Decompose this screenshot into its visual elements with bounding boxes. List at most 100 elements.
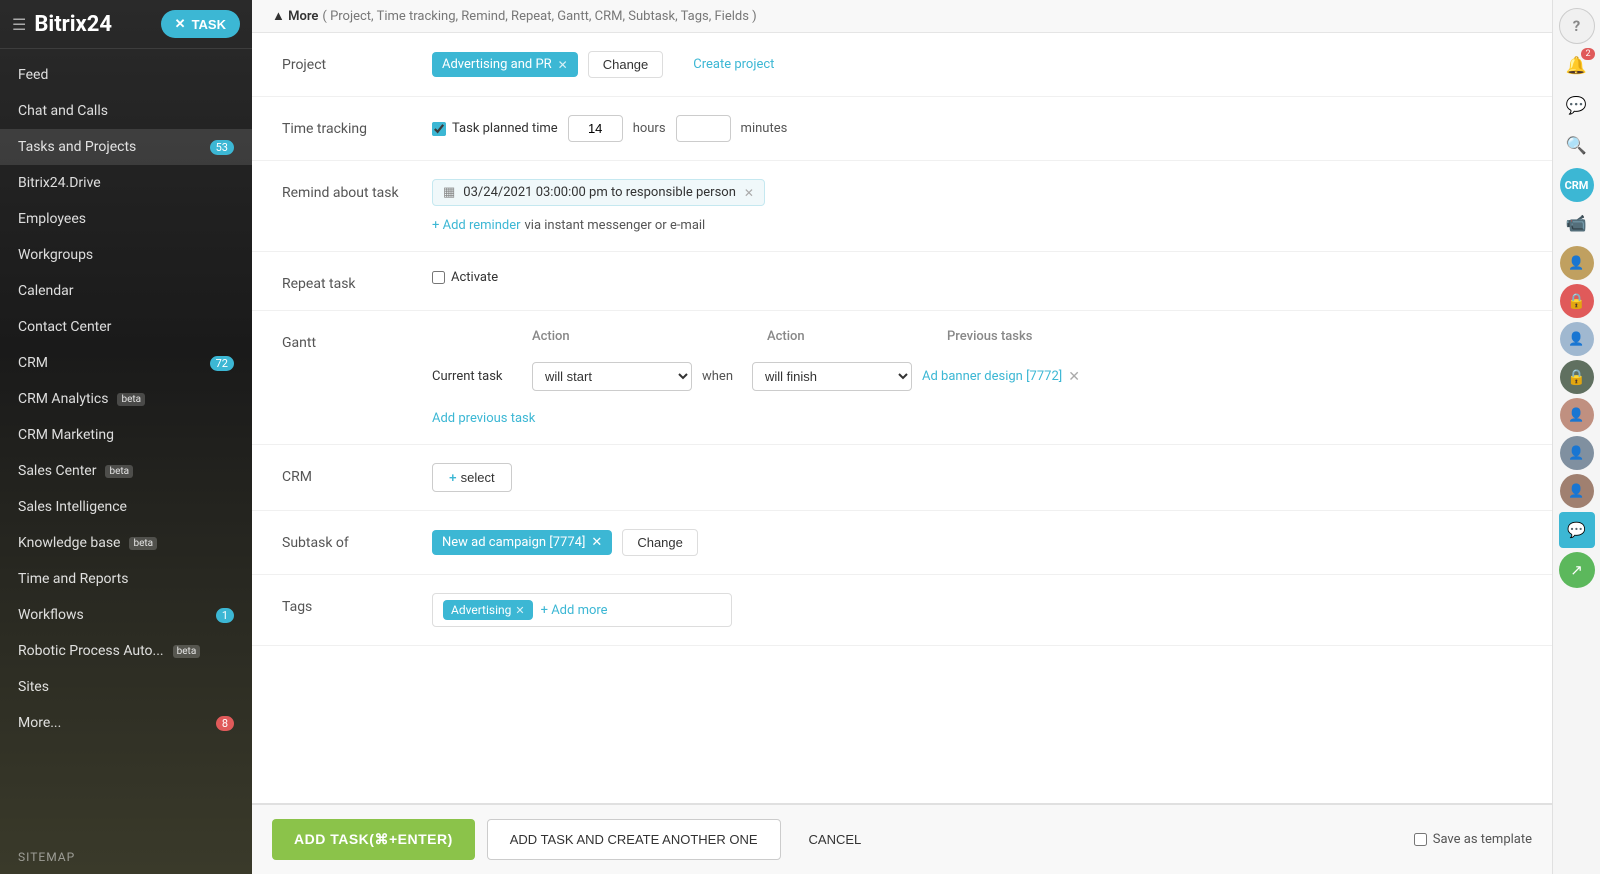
more-chevron[interactable]: ▲ More xyxy=(272,8,318,24)
user-avatar-4[interactable]: 👤 xyxy=(1560,436,1594,470)
sidebar-item-tasks-projects[interactable]: Tasks and Projects 53 xyxy=(0,129,252,165)
gantt-col-action1: Action xyxy=(532,329,707,344)
sidebar-item-workgroups[interactable]: Workgroups xyxy=(0,237,252,273)
subtask-chip-remove[interactable]: ✕ xyxy=(591,535,602,550)
remind-label: Remind about task xyxy=(282,179,412,201)
project-chip-text: Advertising and PR xyxy=(442,57,552,72)
user-avatar-2[interactable]: 👤 xyxy=(1560,322,1594,356)
sidebar-item-crm[interactable]: CRM 72 xyxy=(0,345,252,381)
subtask-content: New ad campaign [7774] ✕ Change xyxy=(432,529,1522,556)
tags-box: Advertising ✕ + Add more xyxy=(432,593,732,627)
remind-chip: ▦ 03/24/2021 03:00:00 pm to responsible … xyxy=(432,179,765,206)
tag-remove-icon[interactable]: ✕ xyxy=(515,604,524,617)
sidebar-item-sales-intelligence[interactable]: Sales Intelligence xyxy=(0,489,252,525)
help-icon[interactable]: ? xyxy=(1559,8,1595,44)
remind-chip-icon: ▦ xyxy=(443,185,455,200)
sidebar-item-chat-calls[interactable]: Chat and Calls xyxy=(0,93,252,129)
sidebar-item-feed[interactable]: Feed xyxy=(0,57,252,93)
sidebar-item-knowledge-base[interactable]: Knowledge base beta xyxy=(0,525,252,561)
add-task-another-button[interactable]: ADD TASK AND CREATE ANOTHER ONE xyxy=(487,819,781,860)
search-icon[interactable]: 🔍 xyxy=(1559,128,1595,164)
hours-unit: hours xyxy=(633,121,666,136)
hours-input[interactable]: 14 xyxy=(568,115,623,142)
task-planned-time-checkbox[interactable] xyxy=(432,122,446,136)
user-avatar-3[interactable]: 👤 xyxy=(1560,398,1594,432)
chat-bubble-icon[interactable]: 💬 xyxy=(1559,512,1595,548)
sidebar-item-robotic-process[interactable]: Robotic Process Auto... beta xyxy=(0,633,252,669)
sidebar-item-contact-center[interactable]: Contact Center xyxy=(0,309,252,345)
crm-avatar-icon[interactable]: CRM xyxy=(1560,168,1594,202)
project-row: Project Advertising and PR ✕ Change Crea… xyxy=(252,33,1552,97)
sidebar-item-time-reports[interactable]: Time and Reports xyxy=(0,561,252,597)
task-btn-x: ✕ xyxy=(175,16,186,32)
sidebar-item-workflows[interactable]: Workflows 1 xyxy=(0,597,252,633)
crm-select-button[interactable]: + select xyxy=(432,463,512,492)
sidebar-item-label: Chat and Calls xyxy=(18,103,108,119)
sidebar-item-label: Bitrix24.Drive xyxy=(18,175,101,191)
lock-icon-2[interactable]: 🔒 xyxy=(1560,360,1594,394)
will-finish-select[interactable]: will start will finish xyxy=(752,362,912,391)
video-icon[interactable]: 📹 xyxy=(1559,206,1595,242)
subtask-label: Subtask of xyxy=(282,529,412,551)
crm-badge: 72 xyxy=(210,356,234,371)
tag-advertising: Advertising ✕ xyxy=(443,600,533,620)
gantt-when-label: when xyxy=(702,369,742,384)
remind-chip-remove[interactable]: ✕ xyxy=(744,186,754,200)
hamburger-icon[interactable]: ☰ xyxy=(12,15,26,34)
will-start-select[interactable]: will start will finish xyxy=(532,362,692,391)
cancel-button[interactable]: CANCEL xyxy=(793,820,878,859)
remind-chip-text: 03/24/2021 03:00:00 pm to responsible pe… xyxy=(463,185,736,200)
activate-checkbox[interactable] xyxy=(432,271,445,284)
project-change-button[interactable]: Change xyxy=(588,51,664,78)
remind-content: ▦ 03/24/2021 03:00:00 pm to responsible … xyxy=(432,179,1522,233)
add-more-tags-link[interactable]: + Add more xyxy=(541,603,608,618)
project-label: Project xyxy=(282,51,412,73)
remind-row: Remind about task ▦ 03/24/2021 03:00:00 … xyxy=(252,161,1552,252)
gantt-task-remove[interactable]: ✕ xyxy=(1068,369,1080,385)
activate-checkbox-wrap: Activate xyxy=(432,270,498,285)
user-avatar-1[interactable]: 👤 xyxy=(1560,246,1594,280)
subtask-change-button[interactable]: Change xyxy=(622,529,698,556)
add-reminder-link[interactable]: + Add reminder xyxy=(432,218,521,233)
save-template-checkbox[interactable] xyxy=(1414,833,1427,846)
sidebar-item-label: Feed xyxy=(18,67,48,83)
add-task-button[interactable]: ADD TASK(⌘+ENTER) xyxy=(272,819,475,860)
beta-badge: beta xyxy=(129,537,157,550)
sidebar-item-crm-marketing[interactable]: CRM Marketing xyxy=(0,417,252,453)
minutes-input[interactable] xyxy=(676,115,731,142)
gantt-current-task-label: Current task xyxy=(432,369,532,384)
chat-icon[interactable]: 💬 xyxy=(1559,88,1595,124)
logo: Bitrix24 xyxy=(34,12,112,37)
subtask-chip-text: New ad campaign [7774] xyxy=(442,535,585,550)
sidebar-item-crm-analytics[interactable]: CRM Analytics beta xyxy=(0,381,252,417)
task-button[interactable]: ✕ TASK xyxy=(161,10,240,38)
crm-content: + select xyxy=(432,463,1522,492)
sidebar-item-sites[interactable]: Sites xyxy=(0,669,252,705)
sidebar-item-employees[interactable]: Employees xyxy=(0,201,252,237)
sidebar-item-more[interactable]: More... 8 xyxy=(0,705,252,741)
create-project-link[interactable]: Create project xyxy=(693,57,774,72)
sidebar-item-calendar[interactable]: Calendar xyxy=(0,273,252,309)
sidebar-item-bitrix24-drive[interactable]: Bitrix24.Drive xyxy=(0,165,252,201)
sitemap-label: SITEMAP xyxy=(18,850,75,864)
sidebar-item-label: Sales Intelligence xyxy=(18,499,127,515)
sidebar-item-label: Sales Center xyxy=(18,463,96,479)
sidebar-item-label: CRM Marketing xyxy=(18,427,114,443)
project-chip-remove[interactable]: ✕ xyxy=(558,58,568,72)
add-previous-task-link[interactable]: Add previous task xyxy=(432,411,535,426)
sidebar-item-sales-center[interactable]: Sales Center beta xyxy=(0,453,252,489)
sidebar-nav: Feed Chat and Calls Tasks and Projects 5… xyxy=(0,49,252,840)
sidebar-item-label: Contact Center xyxy=(18,319,111,335)
user-avatar-5[interactable]: 👤 xyxy=(1560,474,1594,508)
repeat-label: Repeat task xyxy=(282,270,412,292)
subtask-chip: New ad campaign [7774] ✕ xyxy=(432,530,612,555)
sidebar: ☰ Bitrix24 ✕ TASK Feed Chat and Calls Ta… xyxy=(0,0,252,874)
sitemap-footer[interactable]: SITEMAP xyxy=(0,840,252,874)
lock-icon-1[interactable]: 🔒 xyxy=(1560,284,1594,318)
share-icon[interactable]: ↗ xyxy=(1559,552,1595,588)
project-chip: Advertising and PR ✕ xyxy=(432,52,578,77)
save-template-checkbox-wrap: Save as template xyxy=(1414,832,1532,847)
task-planned-time-label: Task planned time xyxy=(452,121,558,136)
gantt-label: Gantt xyxy=(282,329,412,351)
prev-task-link[interactable]: Ad banner design [7772] xyxy=(922,369,1062,384)
